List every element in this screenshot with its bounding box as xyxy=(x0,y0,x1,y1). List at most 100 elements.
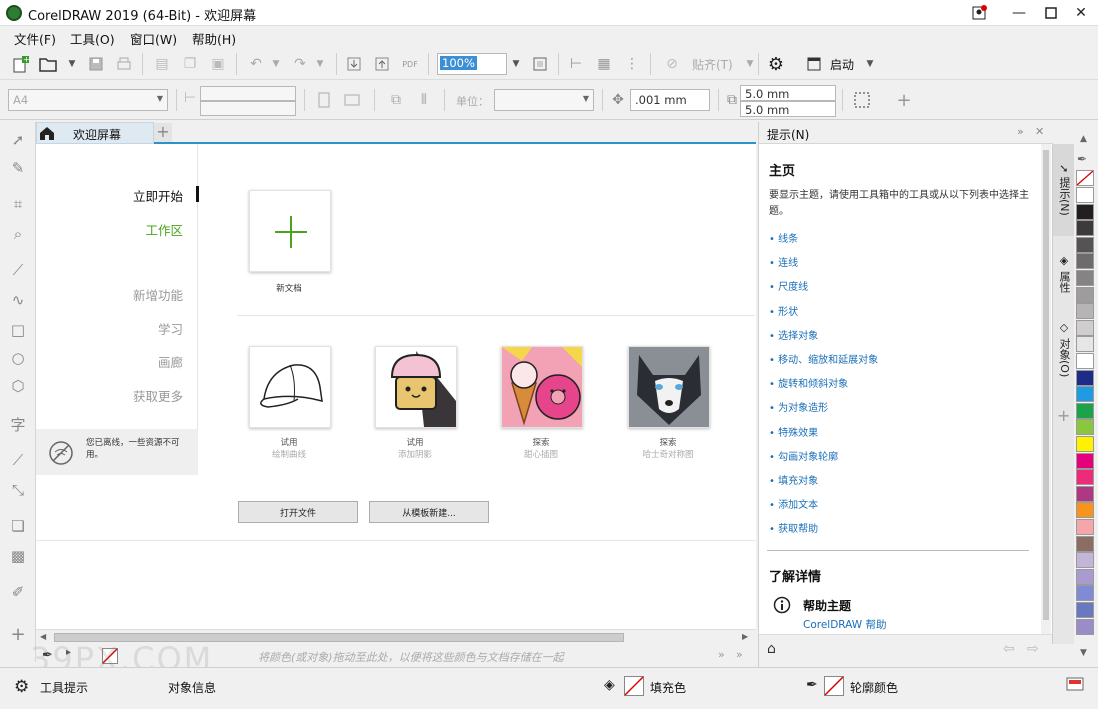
color-swatch[interactable] xyxy=(1076,336,1094,353)
menu-tools[interactable]: 工具(O) xyxy=(70,29,115,48)
nav-whats-new[interactable]: 新增功能 xyxy=(133,285,183,304)
hint-topic-link[interactable]: • 选择对象 xyxy=(769,327,818,342)
tab-objects[interactable]: ◇ 对象(O) xyxy=(1053,310,1075,388)
close-button[interactable]: ✕ xyxy=(1064,0,1098,26)
snap-dropdown-icon[interactable]: ▼ xyxy=(740,54,760,74)
hint-topic-link[interactable]: • 移动、缩放和延展对象 xyxy=(769,351,878,366)
text-tool-icon[interactable]: 字 xyxy=(8,414,28,434)
color-swatch[interactable] xyxy=(1076,452,1094,469)
coreldraw-help-link[interactable]: CorelDRAW 帮助 xyxy=(803,617,887,632)
show-guidelines-icon[interactable]: ⋮ xyxy=(622,54,642,74)
collapse-docker-icon[interactable]: » xyxy=(1017,125,1024,138)
options-gear-icon[interactable]: ⚙ xyxy=(766,54,786,75)
save-icon[interactable] xyxy=(86,54,106,74)
maximize-button[interactable] xyxy=(1034,0,1068,26)
rectangle-tool-icon[interactable]: □ xyxy=(8,320,28,340)
zoom-level-field[interactable]: 100% xyxy=(437,53,507,75)
launch-dropdown-icon[interactable]: ▼ xyxy=(860,54,880,74)
fill-color-swatch[interactable] xyxy=(624,676,644,699)
snap-to-menu[interactable]: 贴齐(T) xyxy=(692,56,733,73)
undo-dropdown-icon[interactable]: ▼ xyxy=(266,54,286,74)
nudge-distance-field[interactable]: .001 mm xyxy=(630,89,710,111)
color-swatch[interactable] xyxy=(1076,353,1094,369)
hint-topic-link[interactable]: • 尺度线 xyxy=(769,278,808,293)
cut-icon[interactable]: ▤ xyxy=(152,54,172,74)
launch-icon[interactable] xyxy=(804,54,824,74)
open-file-button[interactable]: 打开文件 xyxy=(238,501,358,523)
polygon-tool-icon[interactable]: ⬡ xyxy=(8,376,28,396)
color-swatch[interactable] xyxy=(1076,369,1094,386)
account-icon[interactable] xyxy=(962,0,996,26)
launch-menu[interactable]: 启动 xyxy=(830,56,854,73)
tile-draw-curves[interactable] xyxy=(249,346,331,428)
portrait-icon[interactable] xyxy=(314,90,334,110)
copy-icon[interactable]: ❐ xyxy=(180,54,200,74)
minimize-button[interactable]: — xyxy=(1002,0,1036,26)
color-swatch[interactable] xyxy=(1076,552,1094,569)
hints-home-icon[interactable]: ⌂ xyxy=(767,641,776,657)
pick-tool-icon[interactable]: ➚ xyxy=(8,130,28,150)
color-swatch[interactable] xyxy=(1076,485,1094,502)
open-dropdown-icon[interactable]: ▼ xyxy=(62,54,82,74)
tab-hints[interactable]: ➚ 提示(N) xyxy=(1053,144,1075,236)
color-swatch[interactable] xyxy=(1076,319,1094,336)
color-swatch[interactable] xyxy=(1076,436,1094,452)
color-swatch[interactable] xyxy=(1076,220,1094,237)
color-swatch[interactable] xyxy=(1076,187,1094,203)
hint-topic-link[interactable]: • 为对象造形 xyxy=(769,399,828,414)
color-swatch[interactable] xyxy=(1076,419,1094,436)
color-swatch[interactable] xyxy=(1076,568,1094,585)
full-screen-icon[interactable] xyxy=(530,54,550,74)
ellipse-tool-icon[interactable]: ○ xyxy=(8,348,28,368)
zoom-dropdown-icon[interactable]: ▼ xyxy=(506,54,526,74)
tray-menu-icon[interactable]: » xyxy=(736,648,743,661)
redo-icon[interactable]: ↷ xyxy=(290,54,310,74)
color-proof-icon[interactable] xyxy=(1066,676,1084,695)
new-document-icon[interactable]: + xyxy=(10,54,30,74)
import-icon[interactable] xyxy=(344,54,364,74)
color-swatch[interactable] xyxy=(1076,585,1094,602)
menu-file[interactable]: 文件(F) xyxy=(14,29,56,48)
outline-color-swatch[interactable] xyxy=(824,676,844,699)
color-swatch[interactable] xyxy=(1076,236,1094,253)
tile-sweet-illustration[interactable] xyxy=(501,346,583,428)
hint-topic-link[interactable]: • 特殊效果 xyxy=(769,424,818,439)
page-size-select[interactable]: A4 ▼ xyxy=(8,89,168,111)
scroll-tray-right-icon[interactable]: » xyxy=(718,648,725,661)
color-swatch[interactable] xyxy=(1076,618,1094,635)
publish-pdf-icon[interactable]: PDF xyxy=(400,54,420,74)
hint-topic-link[interactable]: • 旋转和倾斜对象 xyxy=(769,375,848,390)
open-folder-icon[interactable] xyxy=(38,54,58,74)
new-tab-button[interactable]: + xyxy=(154,123,172,142)
shape-tool-icon[interactable]: ✎ xyxy=(8,158,28,178)
zoom-tool-icon[interactable]: ⌕ xyxy=(8,224,28,244)
palette-eyedropper-icon[interactable]: ✒ xyxy=(1077,152,1087,166)
duplicate-x-field[interactable]: 5.0 mm xyxy=(740,85,836,101)
tab-properties[interactable]: ◈ 属性 xyxy=(1053,238,1075,308)
color-swatch[interactable] xyxy=(1076,519,1094,535)
color-swatch[interactable] xyxy=(1076,253,1094,270)
color-swatch[interactable] xyxy=(1076,602,1094,618)
print-icon[interactable] xyxy=(114,54,134,74)
show-rulers-icon[interactable]: ⊢ xyxy=(566,54,586,74)
undo-icon[interactable]: ↶ xyxy=(246,54,266,74)
hint-topic-link[interactable]: • 获取帮助 xyxy=(769,520,818,535)
snap-icon[interactable]: ⊘ xyxy=(662,54,682,74)
duplicate-y-field[interactable]: 5.0 mm xyxy=(740,101,836,117)
treat-as-filled-icon[interactable] xyxy=(852,90,872,110)
add-toolbar-icon[interactable]: + xyxy=(894,90,914,111)
export-icon[interactable] xyxy=(372,54,392,74)
hints-forward-icon[interactable]: ⇨ xyxy=(1027,641,1039,657)
connector-tool-icon[interactable]: ⤡ xyxy=(8,480,28,500)
settings-gear-icon[interactable]: ⚙ xyxy=(14,677,29,697)
hint-topic-link[interactable]: • 添加文本 xyxy=(769,496,818,511)
tile-add-shadow[interactable] xyxy=(375,346,457,428)
hint-topic-link[interactable]: • 形状 xyxy=(769,303,798,318)
all-pages-icon[interactable]: ⧉ xyxy=(386,90,406,110)
current-page-icon[interactable]: ⫴ xyxy=(414,90,434,110)
new-document-tile[interactable] xyxy=(249,190,331,272)
color-swatch[interactable] xyxy=(1076,203,1094,220)
hint-topic-link[interactable]: • 连线 xyxy=(769,254,798,269)
color-swatch[interactable] xyxy=(1076,502,1094,519)
color-swatch[interactable] xyxy=(1076,303,1094,320)
